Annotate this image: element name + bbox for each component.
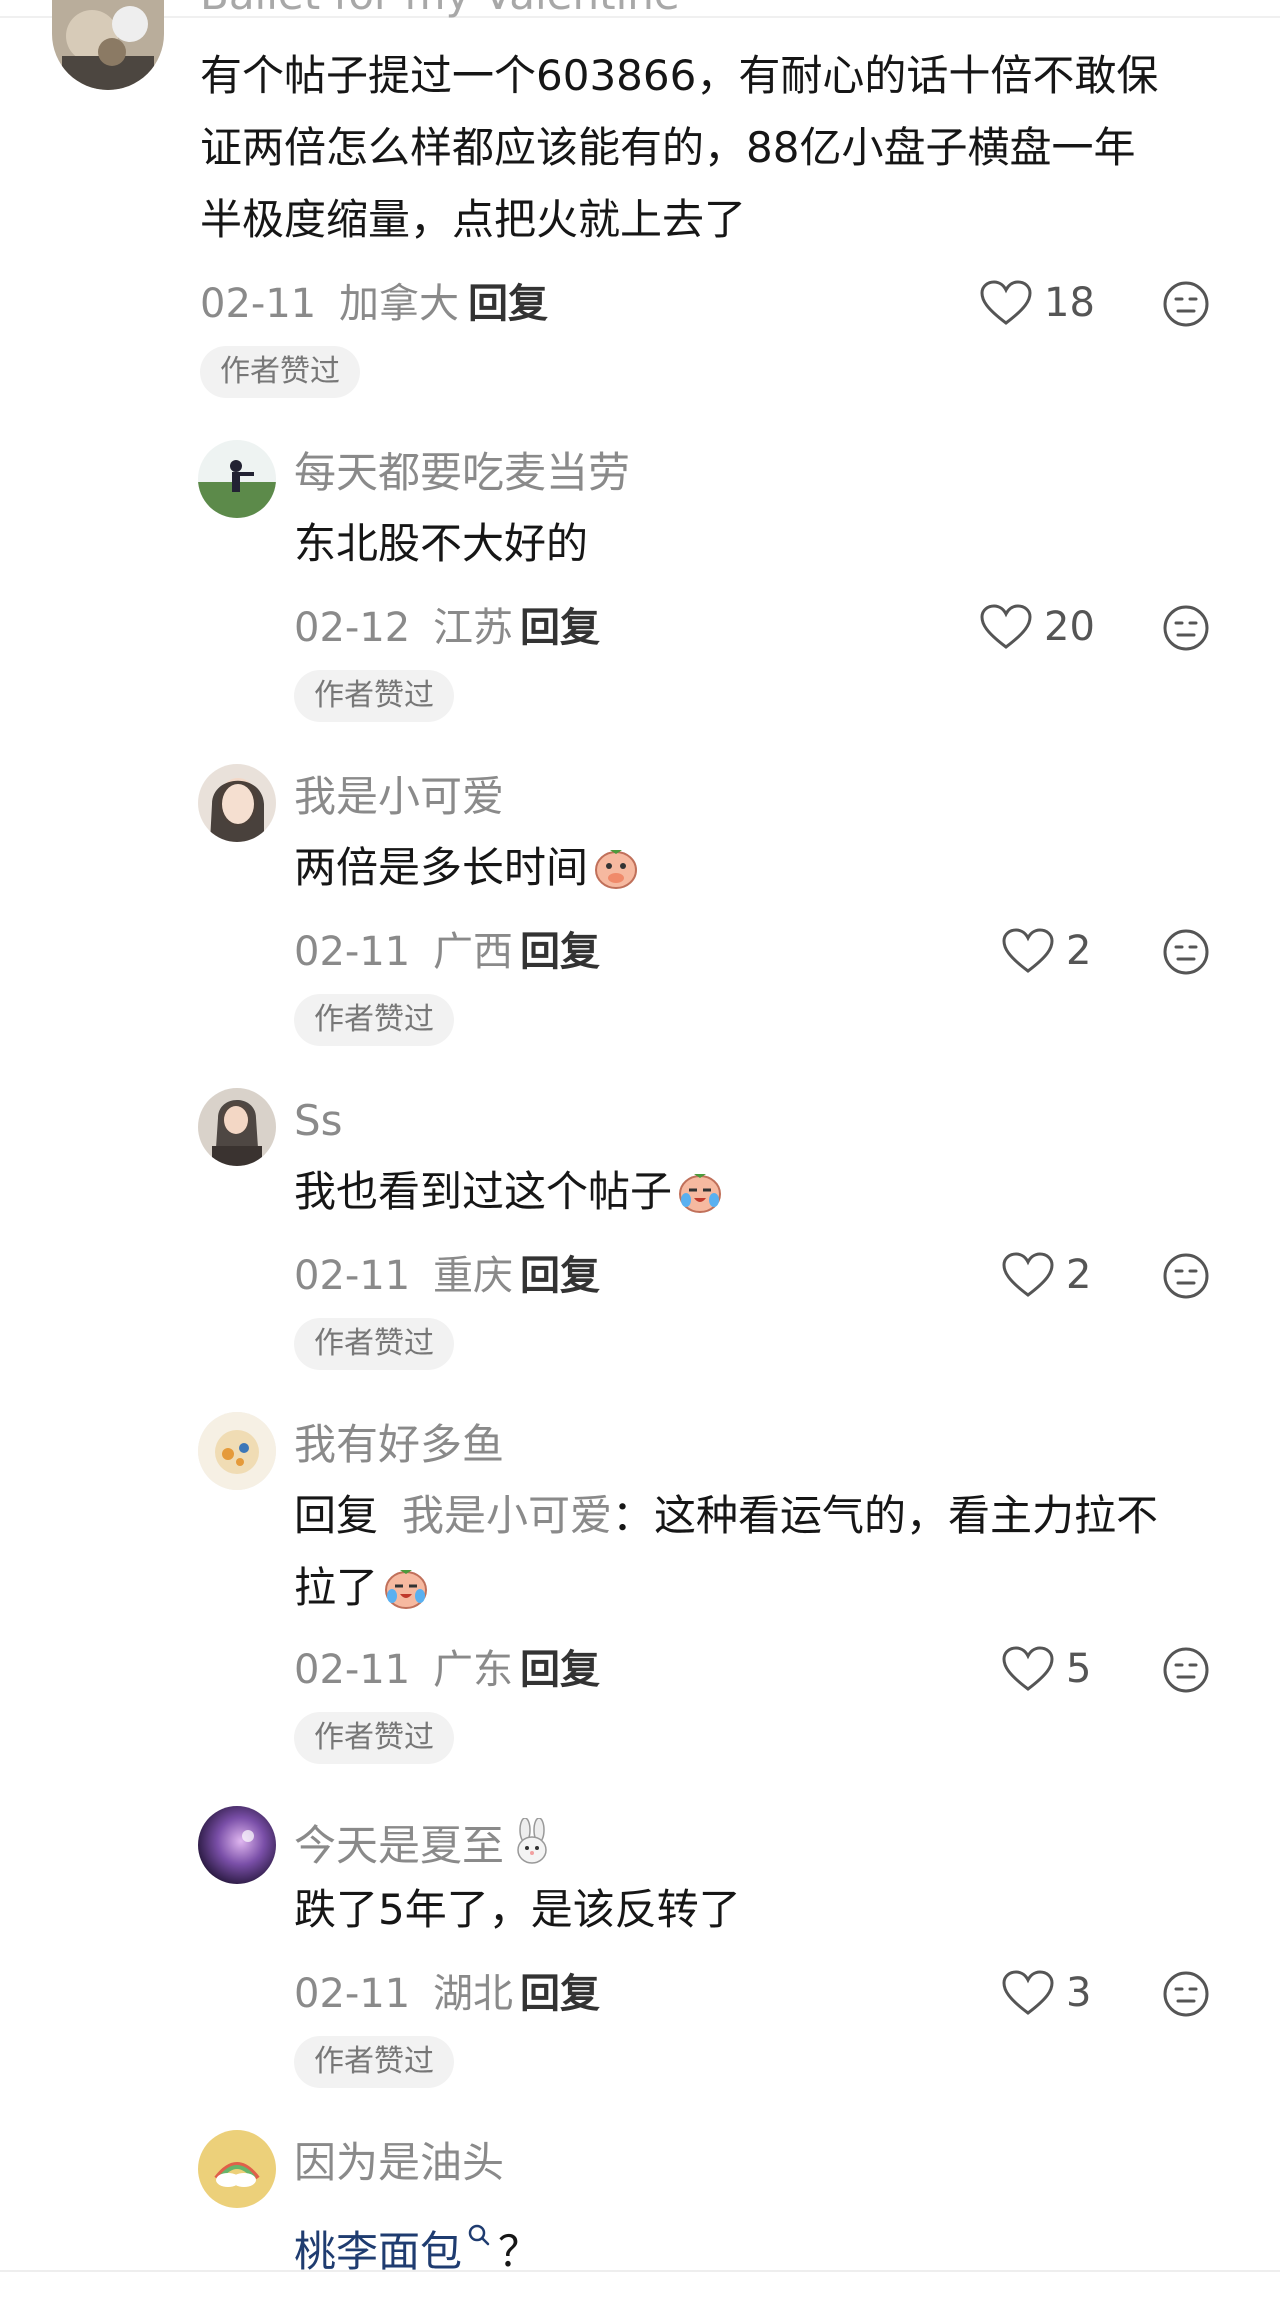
search-icon [466,2198,492,2246]
comment-username[interactable]: 我是小可爱 [294,776,504,818]
comment-meta: 02-12 江苏 [294,608,513,648]
comment-location: 重庆 [432,1253,513,1299]
like-button[interactable]: 18 [980,280,1095,326]
comment-date: 02-11 [294,1971,411,2017]
comment-text: 有个帖子提过一个603866，有耐心的话十倍不敢保 证两倍怎么样都应该能有的，8… [200,51,1159,244]
like-button[interactable]: 2 [1002,1252,1091,1298]
crying-laughing-emoji [382,1562,430,1610]
like-count: 2 [1066,1252,1092,1298]
comment-text: 东北股不大好的 [294,519,589,568]
like-count: 5 [1066,1646,1092,1692]
unamused-face-icon [1163,1647,1209,1693]
heart-outline-icon [1002,1646,1054,1692]
like-button[interactable]: 3 [1002,1970,1091,2016]
reply-button[interactable]: 回复 [520,932,600,972]
comment-location: 广西 [432,929,513,975]
comment-meta: 02-11 广西 [294,932,513,972]
comment-text: 跌了5年了，是该反转了 [294,1885,741,1934]
author-liked-badge: 作者赞过 [294,2036,454,2088]
comment-username[interactable]: Ss [294,1100,343,1142]
like-count: 3 [1066,1970,1092,2016]
comment-meta: 02-11 湖北 [294,1974,513,2014]
author-liked-badge: 作者赞过 [294,670,454,722]
avatar[interactable] [198,1088,276,1166]
reply-button[interactable]: 回复 [520,1256,600,1296]
covering-mouth-emoji [592,842,640,890]
comment-location: 加拿大 [338,281,459,327]
comment-username[interactable]: 我有好多鱼 [294,1424,504,1466]
comment-meta: 02-11 广东 [294,1650,513,1690]
author-liked-badge: 作者赞过 [294,1318,454,1370]
comment-location: 广东 [432,1647,513,1693]
avatar[interactable] [52,0,164,90]
like-count: 20 [1044,604,1095,650]
comment-meta: 02-11 重庆 [294,1256,513,1296]
unamused-face-icon [1163,929,1209,975]
comment-location: 江苏 [432,605,513,651]
comment-location: 湖北 [432,1971,513,2017]
dislike-button[interactable] [1162,1252,1210,1300]
comment-date: 02-11 [294,1253,411,1299]
reply-button[interactable]: 回复 [520,1974,600,2014]
unamused-face-icon [1163,281,1209,327]
unamused-face-icon [1163,605,1209,651]
reply-button[interactable]: 回复 [520,1650,600,1690]
dislike-button[interactable] [1162,604,1210,652]
comment-date: 02-11 [294,1647,411,1693]
comment-date: 02-11 [200,281,317,327]
author-liked-badge: 作者赞过 [294,1712,454,1764]
avatar[interactable] [198,764,276,842]
avatar[interactable] [198,1412,276,1490]
like-button[interactable]: 20 [980,604,1095,650]
heart-outline-icon [980,604,1032,650]
dislike-button[interactable] [1162,1646,1210,1694]
comment-text: 桃李面包？ [294,2198,540,2288]
comment-text: 我也看到过这个帖子 [294,1156,724,1228]
reply-prefix: 回复 [294,1491,379,1540]
dislike-button[interactable] [1162,280,1210,328]
like-button[interactable]: 2 [1002,928,1091,974]
comment-meta: 02-11 加拿大 [200,284,459,324]
unamused-face-icon [1163,1253,1209,1299]
comment-text: 两倍是多长时间 [294,832,640,904]
avatar[interactable] [198,1806,276,1884]
like-count: 18 [1044,280,1095,326]
dislike-button[interactable] [1162,928,1210,976]
comment-date: 02-12 [294,605,411,651]
unamused-face-icon [1163,1971,1209,2017]
mention-link[interactable]: 我是小可爱 [402,1491,612,1540]
crying-laughing-emoji [676,1166,724,1214]
avatar[interactable] [198,2130,276,2208]
bottom-divider [0,2270,1280,2272]
rabbit-emoji [508,1818,556,1866]
comment-text: 回复 我是小可爱：这种看运气的，看主力拉不 拉了 [294,1491,1159,1612]
reply-button[interactable]: 回复 [520,608,600,648]
heart-outline-icon [1002,1970,1054,2016]
author-liked-badge: 作者赞过 [294,994,454,1046]
dislike-button[interactable] [1162,1970,1210,2018]
comment-username[interactable]: Ballet for my Valentine [200,0,680,16]
like-button[interactable]: 5 [1002,1646,1091,1692]
comment-username[interactable]: 今天是夏至 [294,1818,556,1867]
like-count: 2 [1066,928,1092,974]
author-liked-badge: 作者赞过 [200,346,360,398]
heart-outline-icon [1002,1252,1054,1298]
heart-outline-icon [980,280,1032,326]
comment-date: 02-11 [294,929,411,975]
reply-button[interactable]: 回复 [468,284,548,324]
comment-username[interactable]: 因为是油头 [294,2142,504,2184]
search-link[interactable]: 桃李面包 [294,2227,462,2276]
heart-outline-icon [1002,928,1054,974]
comment-username[interactable]: 每天都要吃麦当劳 [294,452,630,494]
avatar[interactable] [198,440,276,518]
